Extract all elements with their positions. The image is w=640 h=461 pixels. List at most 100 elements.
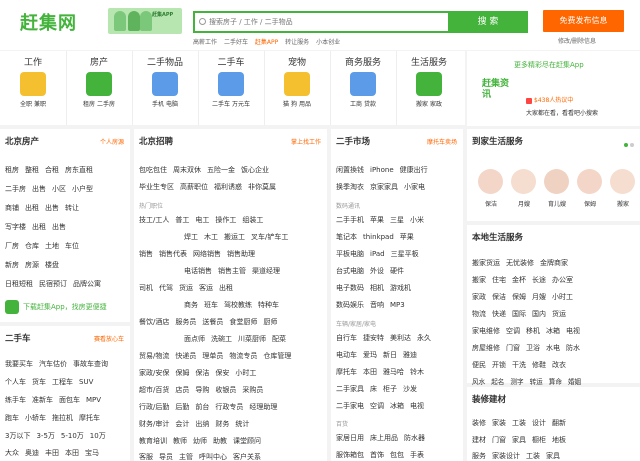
link[interactable]: 风水	[472, 378, 485, 386]
link[interactable]: 小区	[52, 185, 66, 193]
link[interactable]: 装修	[472, 419, 486, 427]
carousel-dots[interactable]	[622, 140, 634, 149]
link[interactable]: 包包	[390, 451, 404, 459]
link[interactable]: 干洗	[512, 361, 526, 369]
link[interactable]: 销售助理	[227, 250, 255, 258]
link[interactable]: 工程车	[52, 378, 73, 386]
category-sub[interactable]: 电脑	[166, 101, 178, 108]
category-sub[interactable]: 租房	[83, 101, 95, 108]
link[interactable]: 房源	[25, 261, 39, 269]
edit-info-link[interactable]: 修改/删除信息	[558, 36, 596, 45]
link[interactable]: 健康出行	[400, 166, 428, 174]
link[interactable]: 京家家具	[370, 183, 398, 191]
link[interactable]: 测字	[510, 378, 523, 386]
link[interactable]: 冰箱	[390, 402, 404, 410]
link[interactable]: 防水器	[404, 434, 425, 442]
link[interactable]: 面包车	[59, 396, 80, 404]
category-housing[interactable]: 房产 租房 二手房	[66, 57, 132, 108]
link[interactable]: 游戏机	[390, 284, 411, 292]
link[interactable]: iPad	[370, 250, 385, 258]
link[interactable]: 空调	[370, 402, 384, 410]
link[interactable]: 地板	[552, 436, 566, 444]
category-sub[interactable]: 二手车	[212, 101, 230, 108]
link[interactable]: 客运	[199, 284, 213, 292]
link[interactable]: 财务/审计	[139, 420, 169, 428]
link[interactable]: 家装设计	[492, 452, 520, 460]
link[interactable]: 小时工	[552, 293, 573, 301]
link[interactable]: 新日	[383, 351, 397, 359]
link[interactable]: 会计	[175, 420, 189, 428]
link[interactable]: 床上用品	[370, 434, 398, 442]
link[interactable]: 宝马	[85, 449, 99, 457]
link[interactable]: 日租短租	[5, 280, 33, 288]
link[interactable]: 普工	[175, 216, 189, 224]
link[interactable]: 水电	[546, 344, 560, 352]
link[interactable]: 国内	[532, 310, 546, 318]
link[interactable]: 国际	[512, 310, 526, 318]
hot-link[interactable]: 二手好车	[224, 39, 248, 46]
link[interactable]: 铃木	[410, 368, 424, 376]
link[interactable]: 拖拉机	[52, 414, 73, 422]
link[interactable]: 保姆	[175, 369, 189, 377]
link[interactable]: 永久	[417, 334, 431, 342]
link[interactable]: 组装工	[242, 216, 263, 224]
link[interactable]: 商铺	[5, 204, 19, 212]
site-logo[interactable]: 赶集网	[20, 9, 77, 35]
link[interactable]: 家具	[546, 452, 560, 460]
link[interactable]: 服务	[472, 452, 486, 460]
link[interactable]: iPhone	[370, 166, 394, 174]
link[interactable]: 跑车	[5, 414, 19, 422]
link[interactable]: 呼叫中心	[199, 453, 227, 461]
link[interactable]: 电工	[195, 216, 209, 224]
link[interactable]: 服饰箱包	[336, 451, 364, 459]
link[interactable]: 导员	[159, 453, 173, 461]
link[interactable]: 便民	[472, 361, 486, 369]
link[interactable]: 毕业生专区	[139, 183, 174, 191]
link[interactable]: 品牌公寓	[73, 280, 101, 288]
category-sub[interactable]: 狗	[291, 101, 297, 108]
link[interactable]: 操作工	[215, 216, 236, 224]
link[interactable]: 搬家货运	[472, 259, 500, 267]
category-business[interactable]: 商务服务 工商 贷款	[330, 57, 396, 108]
link[interactable]: 高薪职位	[180, 183, 208, 191]
link[interactable]: 建材	[472, 436, 486, 444]
link[interactable]: 收银员	[215, 386, 236, 394]
link[interactable]: 小户型	[72, 185, 93, 193]
link[interactable]: 电话销售	[184, 267, 212, 275]
link[interactable]: 爱玛	[363, 351, 377, 359]
link[interactable]: 教育培训	[139, 437, 167, 445]
link[interactable]: 班车	[204, 301, 218, 309]
link[interactable]: 物流专员	[229, 352, 257, 360]
link[interactable]: 助教	[213, 437, 227, 445]
link[interactable]: 福利诱惑	[214, 183, 242, 191]
category-sub[interactable]: 工商	[350, 101, 362, 108]
link[interactable]: 空调	[506, 327, 520, 335]
link[interactable]: 非你莫属	[248, 183, 276, 191]
category-pets[interactable]: 宠物 猫狗用品	[264, 57, 330, 108]
link[interactable]: 住宅	[492, 276, 506, 284]
link[interactable]: 防水	[566, 344, 580, 352]
link[interactable]: 台式电脑	[336, 267, 364, 275]
link[interactable]: 快递	[492, 310, 506, 318]
link[interactable]: 二手手机	[336, 216, 364, 224]
link[interactable]: 五险一金	[207, 166, 235, 174]
link[interactable]: 手表	[410, 451, 424, 459]
link[interactable]: 后勤	[175, 403, 189, 411]
download-app-link[interactable]: 下载赶集App，找房更便捷	[5, 299, 120, 315]
category-sub[interactable]: 贷款	[364, 101, 376, 108]
link[interactable]: 出租	[32, 223, 46, 231]
link[interactable]: 行政/后勤	[139, 403, 169, 411]
link[interactable]: 苹果	[400, 233, 414, 241]
link[interactable]: 门窗	[492, 436, 506, 444]
link[interactable]: 出售	[52, 223, 66, 231]
category-sub[interactable]: 手机	[152, 101, 164, 108]
link[interactable]: 音响	[370, 301, 384, 309]
link[interactable]: 家电维修	[472, 327, 500, 335]
link[interactable]: 餐饮/酒店	[139, 318, 169, 326]
post-info-button[interactable]: 免费发布信息	[543, 10, 624, 32]
link[interactable]: 车位	[65, 242, 79, 250]
link[interactable]: 电视	[566, 327, 580, 335]
link[interactable]: MP3	[390, 301, 405, 309]
link[interactable]: 出租	[25, 204, 39, 212]
search-button[interactable]: 搜 索	[448, 11, 528, 33]
